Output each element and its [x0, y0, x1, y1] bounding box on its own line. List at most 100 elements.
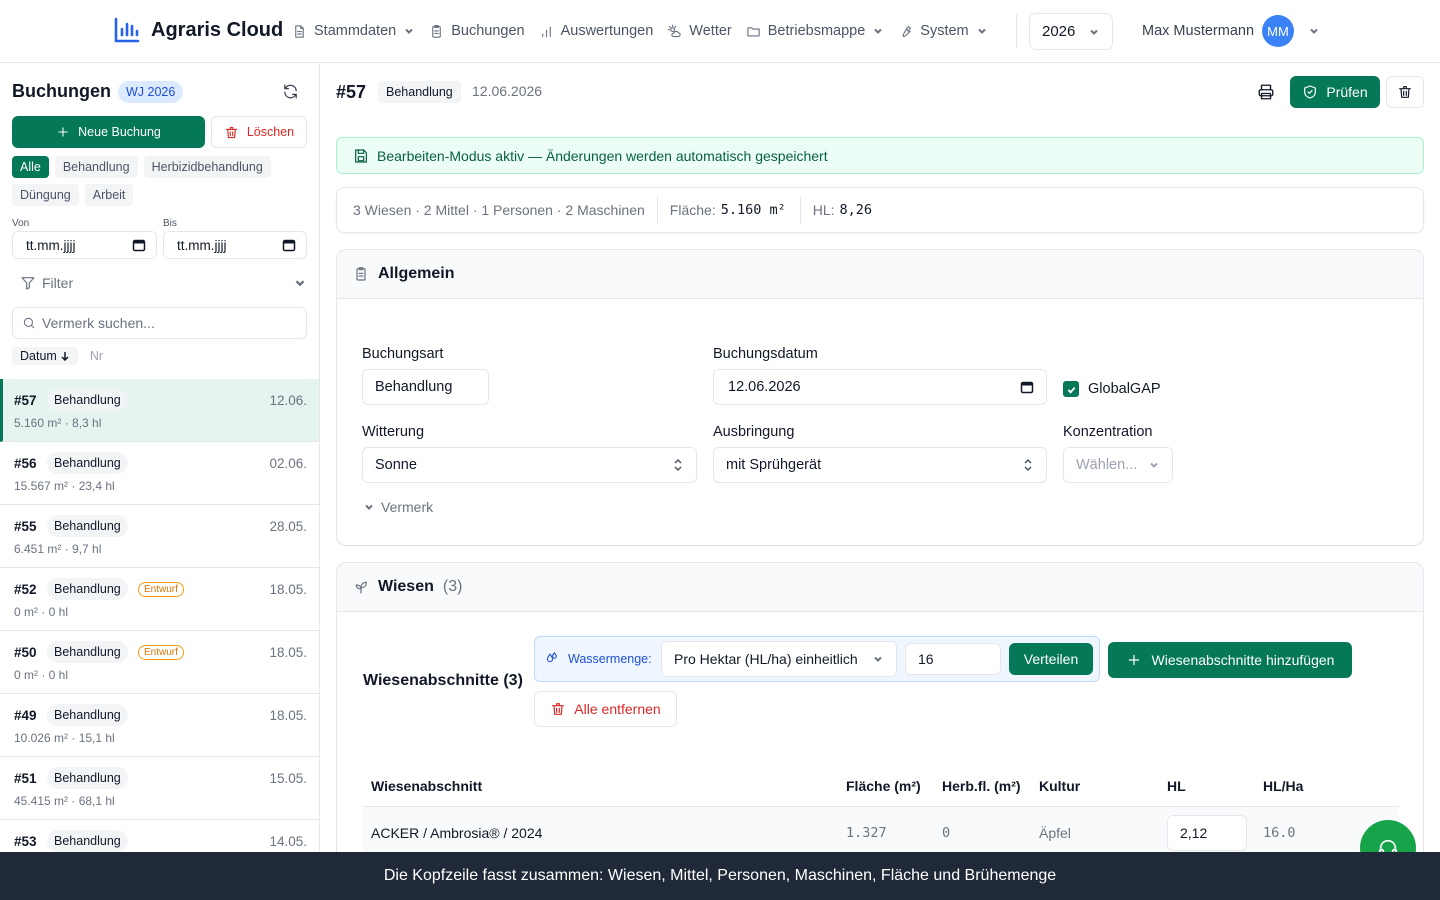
save-icon: [355, 148, 367, 163]
booking-nr: #56: [14, 456, 37, 471]
type-filter-chips: Alle Behandlung Herbizidbehandlung Düngu…: [12, 156, 312, 206]
year-value: 2026: [1042, 23, 1076, 40]
booking-type-badge: Behandlung: [47, 830, 128, 852]
list-item[interactable]: #51 Behandlung 15.05. 45.415 m² · 68,1 hl: [0, 757, 319, 820]
general-section-header[interactable]: Allgemein: [337, 250, 1423, 298]
vermerk-toggle[interactable]: Vermerk: [363, 499, 433, 515]
list-item[interactable]: #49 Behandlung 18.05. 10.026 m² · 15,1 hl: [0, 694, 319, 757]
water-amount-mode: Pro Hektar (HL/ha) einheitlich: [674, 651, 858, 667]
sidebar-title: Buchungen: [12, 81, 111, 101]
cell-kultur: Äpfel: [1039, 825, 1071, 841]
water-amount-input[interactable]: 16: [905, 643, 1001, 675]
delete-button[interactable]: [1386, 76, 1424, 108]
water-amount-value: 16: [918, 651, 934, 667]
water-amount-mode-select[interactable]: Pro Hektar (HL/ha) einheitlich: [661, 641, 897, 677]
nav-betriebsmappe[interactable]: Betriebsmappe: [746, 20, 885, 42]
buchungsart-select[interactable]: Behandlung: [362, 369, 489, 405]
plus-icon: [58, 127, 68, 137]
nav-system[interactable]: System: [898, 20, 987, 42]
konzentration-select[interactable]: Wählen...: [1063, 447, 1173, 483]
year-select[interactable]: 2026: [1029, 13, 1113, 50]
water-amount-bar: Wassermenge: Pro Hektar (HL/ha) einheitl…: [534, 636, 1100, 682]
col-hlha: HL/Ha: [1263, 778, 1304, 794]
col-hl: HL: [1167, 778, 1186, 794]
booking-type-badge: Behandlung: [47, 704, 128, 726]
user-menu[interactable]: Max Mustermann MM: [1142, 15, 1320, 47]
chip-alle[interactable]: Alle: [12, 156, 49, 178]
nav-auswertungen[interactable]: Auswertungen: [539, 20, 653, 42]
booking-summary: 3 Wiesen · 2 Mittel · 1 Personen · 2 Mas…: [336, 187, 1424, 233]
chip-behandlung[interactable]: Behandlung: [54, 156, 138, 178]
chip-duengung[interactable]: Düngung: [12, 184, 79, 206]
list-item[interactable]: #56 Behandlung 02.06. 15.567 m² · 23,4 hl: [0, 442, 319, 505]
booking-summary: 6.451 m² · 9,7 hl: [14, 542, 102, 556]
nav-wetter[interactable]: Wetter: [667, 20, 732, 42]
chevron-down-icon: [874, 28, 882, 34]
list-item[interactable]: #53 Behandlung 14.05.: [0, 820, 319, 852]
booking-date: 02.06.: [269, 456, 307, 471]
list-item[interactable]: #52 Behandlung 18.05. 0 m² · 0 hl Entwurf: [0, 568, 319, 631]
calendar-icon: [1020, 381, 1034, 394]
booking-number: #57: [336, 82, 367, 102]
remove-all-button[interactable]: Alle entfernen: [534, 691, 677, 727]
summary-hl-label: HL:: [812, 202, 835, 218]
calendar-icon: [132, 239, 146, 252]
edit-mode-notice: Bearbeiten-Modus aktiv — Änderungen werd…: [336, 137, 1424, 174]
chip-arbeit[interactable]: Arbeit: [84, 184, 134, 206]
search-input[interactable]: Vermerk suchen...: [12, 307, 307, 339]
sort-by-nr[interactable]: Nr: [90, 349, 103, 363]
booking-nr: #50: [14, 645, 37, 660]
nav-buchungen[interactable]: Buchungen: [429, 20, 525, 42]
print-button[interactable]: [1257, 83, 1275, 101]
list-item[interactable]: #50 Behandlung 18.05. 0 m² · 0 hl Entwurf: [0, 631, 319, 694]
chevron-down-icon: [1310, 28, 1318, 34]
distribute-button[interactable]: Verteilen: [1009, 643, 1093, 675]
chevron-down-icon: [1090, 29, 1098, 35]
buchungsdatum-input[interactable]: 12.06.2026: [713, 369, 1047, 405]
check-button[interactable]: Prüfen: [1290, 76, 1380, 108]
chip-herbizidbehandlung[interactable]: Herbizidbehandlung: [143, 156, 271, 178]
sort-by-date[interactable]: Datum: [12, 347, 78, 365]
delete-booking-button[interactable]: Löschen: [211, 116, 307, 148]
list-item[interactable]: #55 Behandlung 28.05. 6.451 m² · 9,7 hl: [0, 505, 319, 568]
brand[interactable]: Agraris Cloud: [113, 16, 283, 44]
wrench-icon: [902, 25, 912, 37]
vermerk-label: Vermerk: [381, 499, 434, 515]
shield-check-icon: [1304, 85, 1317, 99]
ausbringung-select[interactable]: mit Sprühgerät: [713, 447, 1047, 483]
fiscal-year-badge: WJ 2026: [118, 81, 184, 103]
col-kultur: Kultur: [1039, 778, 1081, 794]
globalgap-checkbox[interactable]: GlobalGAP: [1063, 381, 1161, 397]
witterung-select[interactable]: Sonne: [362, 447, 697, 483]
general-section: Allgemein Buchungsart Behandlung Buchung…: [336, 249, 1424, 546]
list-item[interactable]: #57 Behandlung 12.06. 5.160 m² · 8,3 hl: [0, 379, 319, 442]
nav-label: Buchungen: [451, 23, 525, 39]
filter-toggle[interactable]: Filter: [12, 273, 307, 293]
date-from-label: Von: [12, 218, 30, 229]
date-from-input[interactable]: tt.mm.jjjj: [12, 231, 157, 259]
folder-icon: [747, 26, 760, 36]
meadows-content: Wiesenabschnitte (3) Wassermenge: Pro He…: [337, 611, 1423, 852]
summary-divider: [656, 196, 658, 224]
booking-type-badge: Behandlung: [47, 578, 128, 600]
main-menu: Stammdaten Buchungen Auswertungen Wetter…: [292, 20, 988, 42]
cell-hlha: 16.0: [1263, 825, 1296, 841]
booking-type-badge: Behandlung: [47, 767, 128, 789]
cell-hl: 2,12: [1180, 825, 1208, 841]
top-navigation: Agraris Cloud Stammdaten Buchungen Auswe…: [0, 0, 1440, 63]
water-amount-label: Wassermenge:: [568, 651, 652, 666]
date-to-input[interactable]: tt.mm.jjjj: [163, 231, 307, 259]
add-meadow-sections-button[interactable]: Wiesenabschnitte hinzufügen: [1108, 642, 1352, 678]
nav-stammdaten[interactable]: Stammdaten: [292, 20, 415, 42]
meadows-section-header[interactable]: Wiesen (3): [337, 563, 1423, 611]
booking-summary: 0 m² · 0 hl: [14, 605, 69, 619]
summary-counts: 3 Wiesen · 2 Mittel · 1 Personen · 2 Mas…: [353, 202, 645, 218]
nav-label: Wetter: [689, 23, 732, 39]
booking-summary: 10.026 m² · 15,1 hl: [14, 731, 115, 745]
chevron-up-down-icon: [1024, 458, 1032, 472]
table-row[interactable]: ACKER / Ambrosia® / 2024 1.327 0 Äpfel 2…: [363, 807, 1399, 852]
new-booking-button[interactable]: Neue Buchung: [12, 116, 205, 148]
hl-input[interactable]: 2,12: [1167, 815, 1247, 851]
refresh-button[interactable]: [282, 83, 299, 100]
booking-date: 18.05.: [269, 645, 307, 660]
